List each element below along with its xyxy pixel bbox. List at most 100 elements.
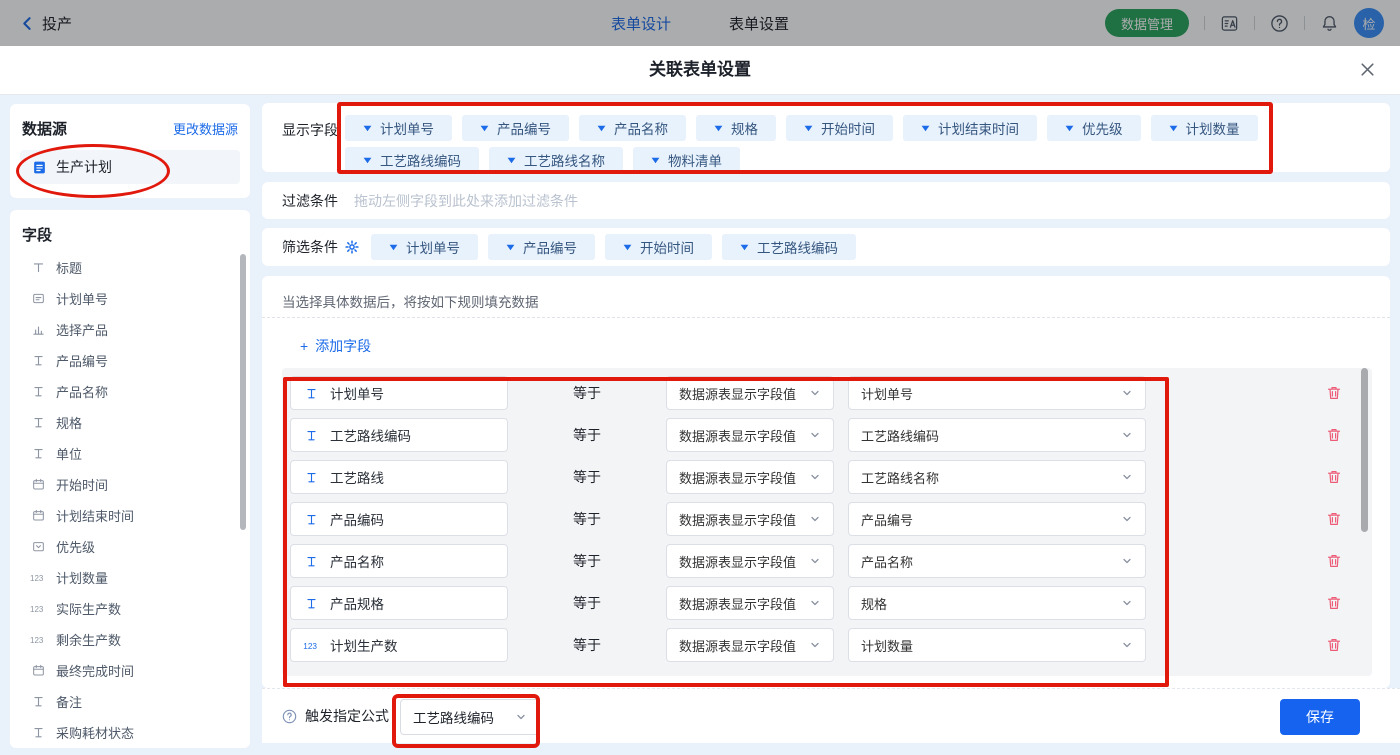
filter-drop-placeholder[interactable]: 拖动左侧字段到此处来添加过滤条件	[354, 191, 578, 211]
field-list-item[interactable]: 计划结束时间	[10, 500, 240, 531]
filter-condition-card: 过滤条件 拖动左侧字段到此处来添加过滤条件	[262, 182, 1390, 219]
chevron-down-icon	[809, 639, 821, 651]
display-field-tag[interactable]: 产品名称	[579, 115, 686, 141]
chevron-down-icon	[1121, 429, 1133, 441]
chart-icon	[30, 323, 46, 336]
tag-label: 计划数量	[1185, 122, 1240, 137]
chevron-down-icon	[1121, 387, 1133, 399]
question-icon[interactable]	[282, 709, 297, 724]
rule-row: 工艺路线 等于 数据源表显示字段值 工艺路线名称	[282, 460, 1372, 494]
chevron-down-icon	[809, 513, 821, 525]
text-icon	[303, 471, 320, 484]
field-list-item[interactable]: 123 实际生产数	[10, 593, 240, 624]
field-list-item[interactable]: 采购耗材状态	[10, 717, 240, 748]
display-field-tag[interactable]: 优先级	[1047, 115, 1141, 141]
display-field-tag[interactable]: 计划单号	[345, 115, 452, 141]
tag-label: 工艺路线编码	[380, 154, 461, 169]
rule-source-value: 数据源表显示字段值	[679, 470, 797, 486]
date-icon	[30, 509, 46, 522]
filter-label: 过滤条件	[282, 192, 338, 209]
trash-icon[interactable]	[1326, 427, 1342, 443]
rule-target-field[interactable]: 工艺路线编码	[290, 418, 508, 452]
field-list-item[interactable]: 最终完成时间	[10, 655, 240, 686]
rule-row: 计划单号 等于 数据源表显示字段值 计划单号	[282, 376, 1372, 410]
field-list-item[interactable]: 优先级	[10, 531, 240, 562]
field-list-item[interactable]: 单位	[10, 438, 240, 469]
screen-filter-tag[interactable]: 产品编号	[488, 234, 595, 260]
text-icon	[303, 387, 320, 400]
fields-scrollbar[interactable]	[240, 254, 246, 530]
rule-operator: 等于	[573, 469, 601, 485]
gear-icon[interactable]	[345, 240, 359, 254]
screen-filter-tag[interactable]: 工艺路线编码	[722, 234, 856, 260]
rule-target-field[interactable]: 产品规格	[290, 586, 508, 620]
caret-down-icon	[1065, 125, 1074, 132]
field-list-item[interactable]: 123 剩余生产数	[10, 624, 240, 655]
field-list-item[interactable]: 123 计划数量	[10, 562, 240, 593]
rule-value-select[interactable]: 规格	[848, 586, 1146, 620]
rule-target-field[interactable]: 产品编码	[290, 502, 508, 536]
chevron-down-icon	[515, 711, 527, 723]
field-list-item[interactable]: 选择产品	[10, 314, 240, 345]
screen-filter-tag[interactable]: 开始时间	[605, 234, 712, 260]
display-field-tag[interactable]: 开始时间	[786, 115, 893, 141]
field-label: 计划结束时间	[56, 509, 135, 524]
rule-operator: 等于	[573, 427, 601, 443]
field-list-item[interactable]: 产品名称	[10, 376, 240, 407]
rule-source-select[interactable]: 数据源表显示字段值	[666, 418, 834, 452]
add-field-button[interactable]: + 添加字段	[300, 336, 371, 356]
trash-icon[interactable]	[1326, 469, 1342, 485]
trash-icon[interactable]	[1326, 595, 1342, 611]
rule-operator: 等于	[573, 385, 601, 401]
rule-target-field[interactable]: 工艺路线	[290, 460, 508, 494]
rule-source-select[interactable]: 数据源表显示字段值	[666, 544, 834, 578]
rule-source-select[interactable]: 数据源表显示字段值	[666, 376, 834, 410]
display-field-tag[interactable]: 计划数量	[1150, 115, 1258, 141]
trash-icon[interactable]	[1326, 637, 1342, 653]
field-list-item[interactable]: 开始时间	[10, 469, 240, 500]
rule-value: 计划单号	[861, 386, 914, 402]
rule-target-field[interactable]: 产品名称	[290, 544, 508, 578]
close-icon[interactable]	[1359, 61, 1376, 78]
rule-value-select[interactable]: 工艺路线名称	[848, 460, 1146, 494]
rule-operator: 等于	[573, 637, 601, 653]
display-field-tag[interactable]: 工艺路线编码	[345, 147, 479, 173]
display-field-tag[interactable]: 产品编号	[462, 115, 569, 141]
field-list-item[interactable]: 备注	[10, 686, 240, 717]
rule-value-select[interactable]: 产品编号	[848, 502, 1146, 536]
display-field-tag[interactable]: 计划结束时间	[903, 115, 1037, 141]
trigger-field-select[interactable]: 工艺路线编码	[400, 699, 540, 735]
display-field-tags: 计划单号 产品编号 产品名称 规格 开始时间 计划结束时间 优先级 计划数量 工…	[345, 115, 1305, 173]
rule-source-select[interactable]: 数据源表显示字段值	[666, 460, 834, 494]
rule-value-select[interactable]: 工艺路线编码	[848, 418, 1146, 452]
trash-icon[interactable]	[1326, 511, 1342, 527]
number-icon: 123	[30, 572, 46, 583]
display-field-tag[interactable]: 规格	[696, 115, 776, 141]
fields-panel: 字段 标题 计划单号 选择产品 产品编号 产品名称 规格 单位 开始时间 计划结…	[10, 210, 250, 748]
svg-text:123: 123	[30, 605, 44, 614]
rule-value-select[interactable]: 产品名称	[848, 544, 1146, 578]
rule-field-label: 产品编码	[330, 513, 384, 528]
field-list-item[interactable]: 规格	[10, 407, 240, 438]
datasource-item[interactable]: 生产计划	[20, 150, 240, 184]
rule-source-select[interactable]: 数据源表显示字段值	[666, 586, 834, 620]
caret-down-icon	[506, 244, 515, 251]
save-button[interactable]: 保存	[1280, 699, 1360, 735]
trash-icon[interactable]	[1326, 385, 1342, 401]
display-field-tag[interactable]: 工艺路线名称	[489, 147, 623, 173]
rule-target-field[interactable]: 123 计划生产数	[290, 628, 508, 662]
rule-source-select[interactable]: 数据源表显示字段值	[666, 502, 834, 536]
rule-source-select[interactable]: 数据源表显示字段值	[666, 628, 834, 662]
field-list-item[interactable]: 产品编号	[10, 345, 240, 376]
change-datasource-link[interactable]: 更改数据源	[173, 119, 238, 138]
field-list-item[interactable]: 标题	[10, 252, 240, 283]
caret-down-icon	[507, 157, 516, 164]
rule-value-select[interactable]: 计划数量	[848, 628, 1146, 662]
rule-target-field[interactable]: 计划单号	[290, 376, 508, 410]
screen-filter-tag[interactable]: 计划单号	[371, 234, 478, 260]
rule-value-select[interactable]: 计划单号	[848, 376, 1146, 410]
display-field-tag[interactable]: 物料清单	[633, 147, 740, 173]
field-list-item[interactable]: 计划单号	[10, 283, 240, 314]
tag-label: 产品名称	[614, 122, 668, 137]
trash-icon[interactable]	[1326, 553, 1342, 569]
